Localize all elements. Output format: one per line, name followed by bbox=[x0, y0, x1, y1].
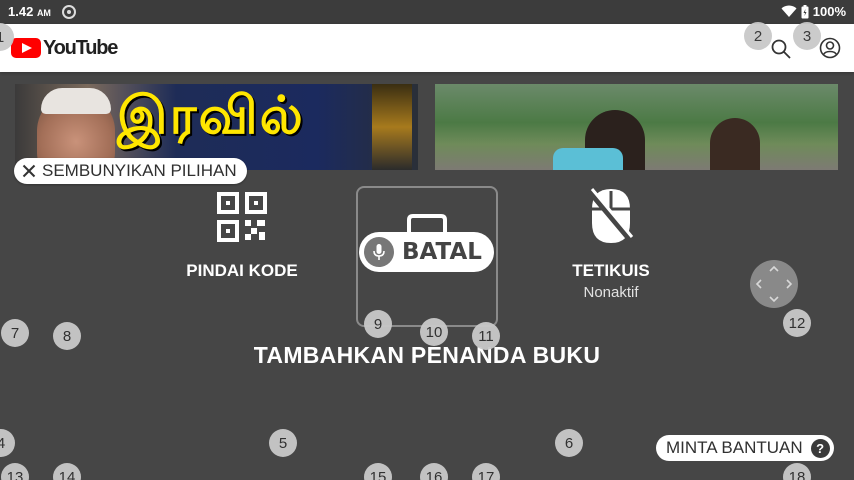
arrows-icon bbox=[755, 265, 793, 303]
get-help-button[interactable]: MINTA BANTUAN ? bbox=[656, 435, 834, 461]
account-icon[interactable] bbox=[819, 37, 841, 59]
notification-icon bbox=[62, 5, 76, 19]
status-bar: 1.42 AM 100% bbox=[0, 0, 854, 24]
number-marker[interactable]: 11 bbox=[472, 322, 500, 350]
number-marker[interactable]: 3 bbox=[793, 22, 821, 50]
thumbnail-person-right bbox=[710, 118, 760, 170]
status-ampm: AM bbox=[36, 8, 51, 18]
qr-code-icon[interactable] bbox=[217, 192, 267, 242]
video-thumbnail-2[interactable] bbox=[435, 84, 838, 170]
thumbnail-title-text: இரவில் bbox=[117, 86, 305, 146]
search-icon[interactable] bbox=[770, 38, 792, 60]
thumbnail-person-hair bbox=[41, 88, 111, 114]
mouse-label[interactable]: TETIKUIS bbox=[556, 261, 666, 281]
thumbnail-person-shirt bbox=[553, 148, 623, 170]
youtube-wordmark[interactable]: YouTube bbox=[43, 37, 118, 60]
status-right: 100% bbox=[781, 4, 846, 19]
number-marker[interactable]: 10 bbox=[420, 318, 448, 346]
hide-options-label: SEMBUNYIKAN PILIHAN bbox=[42, 161, 237, 180]
hide-options-button[interactable]: SEMBUNYIKAN PILIHAN bbox=[14, 158, 247, 184]
cancel-label: BATAL bbox=[402, 239, 482, 265]
close-icon bbox=[22, 164, 36, 178]
help-icon: ? bbox=[810, 438, 830, 458]
cancel-button[interactable]: BATAL bbox=[359, 232, 494, 272]
direction-pad[interactable] bbox=[750, 260, 798, 308]
microphone-icon bbox=[364, 237, 394, 267]
number-marker[interactable]: 9 bbox=[364, 310, 392, 338]
mouse-status: Nonaktif bbox=[583, 284, 639, 301]
status-time-value: 1.42 bbox=[8, 4, 34, 19]
wifi-icon bbox=[781, 5, 797, 17]
screen: 1.42 AM 100% YouTube இரவில் SEMBUNYIKAN … bbox=[0, 0, 854, 480]
youtube-logo-icon[interactable] bbox=[11, 38, 41, 58]
number-marker[interactable]: 12 bbox=[783, 309, 811, 337]
get-help-label: MINTA BANTUAN bbox=[666, 438, 803, 457]
youtube-header: YouTube bbox=[0, 24, 854, 72]
thumbnail-lamp bbox=[372, 84, 412, 170]
number-marker[interactable]: 2 bbox=[744, 22, 772, 50]
battery-icon bbox=[801, 4, 809, 18]
mouse-off-icon[interactable] bbox=[588, 187, 634, 245]
status-time: 1.42 AM bbox=[8, 4, 51, 19]
number-marker[interactable]: 8 bbox=[53, 322, 81, 350]
scan-code-label[interactable]: PINDAI KODE bbox=[182, 261, 302, 281]
add-bookmark-label[interactable]: TAMBAHKAN PENANDA BUKU bbox=[0, 342, 854, 369]
number-marker[interactable]: 6 bbox=[555, 429, 583, 457]
battery-percent: 100% bbox=[812, 4, 846, 19]
number-marker[interactable]: 5 bbox=[269, 429, 297, 457]
number-marker[interactable]: 7 bbox=[1, 319, 29, 347]
